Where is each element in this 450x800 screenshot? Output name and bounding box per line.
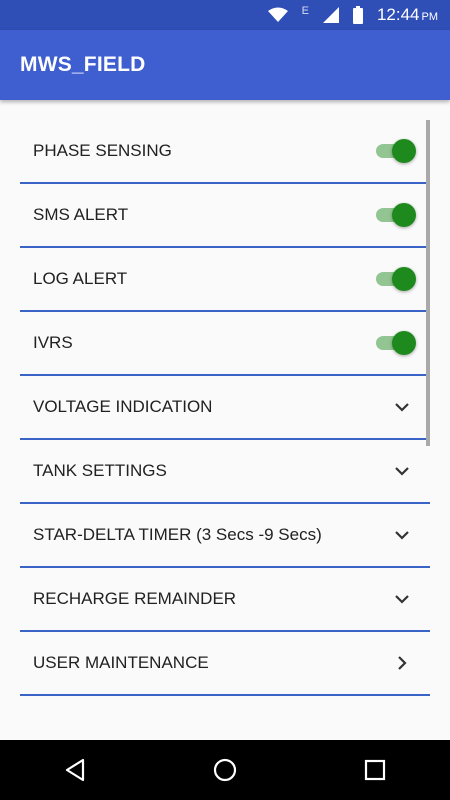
setting-row-sms-alert[interactable]: SMS ALERT xyxy=(20,184,430,248)
sms-alert-switch[interactable] xyxy=(374,203,416,227)
clock: 12:44 PM xyxy=(376,5,438,24)
setting-row-voltage-indication[interactable]: VOLTAGE INDICATION xyxy=(20,376,430,440)
navigation-bar xyxy=(0,740,450,800)
chevron-down-icon[interactable] xyxy=(390,587,414,611)
scrollbar[interactable] xyxy=(426,120,430,446)
wifi-icon xyxy=(267,7,288,23)
setting-row-tank-settings[interactable]: TANK SETTINGS xyxy=(20,440,430,504)
back-icon[interactable] xyxy=(45,740,105,800)
log-alert-switch[interactable] xyxy=(374,267,416,291)
recents-icon[interactable] xyxy=(345,740,405,800)
setting-label: STAR-DELTA TIMER (3 Secs -9 Secs) xyxy=(33,525,322,544)
app-bar: MWS_FIELD xyxy=(0,30,450,100)
home-icon[interactable] xyxy=(195,740,255,800)
setting-row-phase-sensing[interactable]: PHASE SENSING xyxy=(20,120,430,184)
signal-icon xyxy=(322,7,339,23)
setting-label: TANK SETTINGS xyxy=(33,461,167,480)
setting-label: USER MAINTENANCE xyxy=(33,653,209,672)
setting-label: PHASE SENSING xyxy=(33,141,172,160)
setting-row-ivrs[interactable]: IVRS xyxy=(20,312,430,376)
settings-content[interactable]: PHASE SENSING SMS ALERT LOG ALERT IVRS V… xyxy=(0,100,450,740)
app-title: MWS_FIELD xyxy=(20,53,146,76)
network-type-label: E xyxy=(301,5,309,17)
chevron-down-icon[interactable] xyxy=(390,395,414,419)
chevron-right-icon[interactable] xyxy=(390,651,414,675)
chevron-down-icon[interactable] xyxy=(390,459,414,483)
setting-row-recharge-remainder[interactable]: RECHARGE REMAINDER xyxy=(20,568,430,632)
setting-row-star-delta-timer[interactable]: STAR-DELTA TIMER (3 Secs -9 Secs) xyxy=(20,504,430,568)
status-bar: E 12:44 PM xyxy=(0,0,450,30)
chevron-down-icon[interactable] xyxy=(390,523,414,547)
setting-label: VOLTAGE INDICATION xyxy=(33,397,213,416)
battery-icon xyxy=(352,6,363,24)
setting-label: SMS ALERT xyxy=(33,205,129,224)
ivrs-switch[interactable] xyxy=(374,331,416,355)
setting-row-user-maintenance[interactable]: USER MAINTENANCE xyxy=(20,632,430,696)
settings-list: PHASE SENSING SMS ALERT LOG ALERT IVRS V… xyxy=(20,120,430,696)
setting-label: RECHARGE REMAINDER xyxy=(33,589,237,608)
phase-sensing-switch[interactable] xyxy=(374,139,416,163)
setting-label: IVRS xyxy=(33,333,73,352)
setting-row-log-alert[interactable]: LOG ALERT xyxy=(20,248,430,312)
setting-label: LOG ALERT xyxy=(33,269,128,288)
